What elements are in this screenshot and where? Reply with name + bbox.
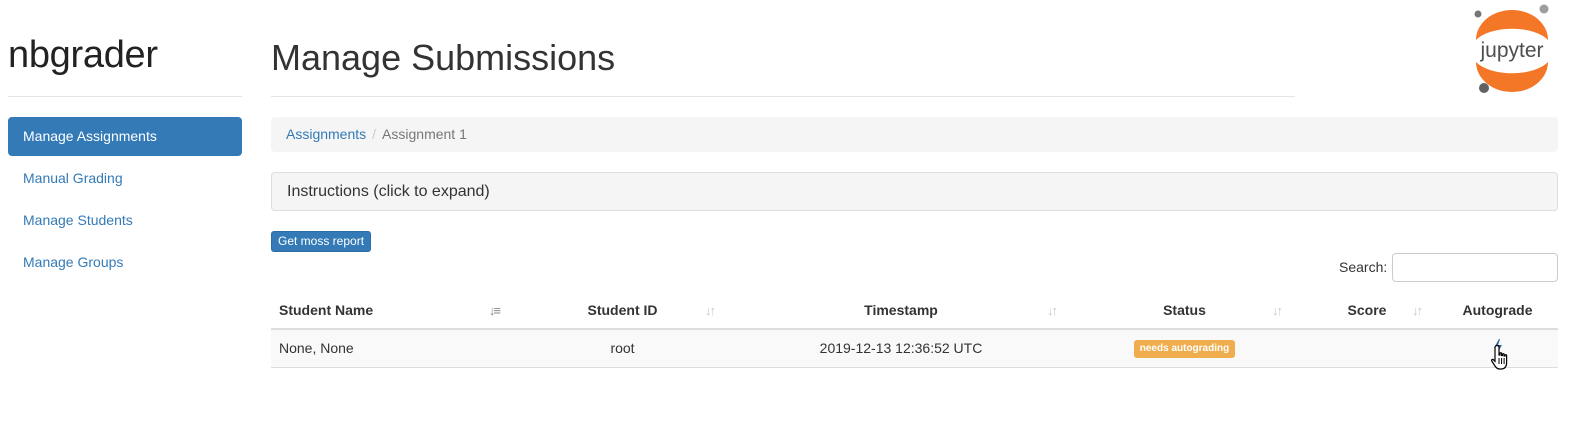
breadcrumb-separator: / — [372, 126, 377, 142]
sidebar-divider — [8, 96, 242, 97]
cell-autograde — [1437, 329, 1558, 370]
app-brand: nbgrader — [8, 34, 158, 76]
column-header-label: Score — [1347, 302, 1387, 318]
table-header-row: Student Name ↓≡ Student ID ↓↑ Timestamp … — [271, 292, 1558, 330]
sidebar-item-manage-students[interactable]: Manage Students — [8, 201, 242, 240]
get-moss-report-button[interactable]: Get moss report — [271, 231, 372, 252]
column-header-status[interactable]: Status ↓↑ — [1072, 292, 1297, 330]
status-badge: needs autograding — [1133, 340, 1236, 359]
submissions-table: Student Name ↓≡ Student ID ↓↑ Timestamp … — [271, 292, 1558, 370]
header-divider — [271, 96, 1295, 97]
sidebar-nav: Manage Assignments Manual Grading Manage… — [8, 117, 242, 285]
column-header-label: Student ID — [587, 302, 658, 318]
column-header-label: Timestamp — [864, 302, 938, 318]
hand-pointer-icon — [1490, 344, 1512, 375]
instructions-panel-toggle[interactable]: Instructions (click to expand) — [271, 172, 1558, 211]
column-header-label: Status — [1163, 302, 1206, 318]
sort-icon: ↓↑ — [1047, 303, 1058, 318]
cell-student-name: None, None — [271, 329, 515, 368]
sort-icon: ↓↑ — [1412, 303, 1423, 318]
sort-icon: ↓↑ — [1272, 303, 1283, 318]
column-header-timestamp[interactable]: Timestamp ↓↑ — [730, 292, 1072, 330]
sidebar-item-manage-assignments[interactable]: Manage Assignments — [8, 117, 242, 156]
cell-student-id: root — [515, 329, 730, 368]
column-header-score[interactable]: Score ↓↑ — [1297, 292, 1437, 330]
cell-timestamp: 2019-12-13 12:36:52 UTC — [730, 329, 1072, 368]
breadcrumb-assignments-link[interactable]: Assignments — [286, 126, 366, 142]
cell-score — [1297, 329, 1437, 368]
sort-alpha-asc-icon: ↓≡ — [488, 303, 501, 318]
sidebar-item-manual-grading[interactable]: Manual Grading — [8, 159, 242, 198]
breadcrumb: Assignments / Assignment 1 — [271, 117, 1558, 152]
jupyter-logo: jupyter — [1462, 2, 1562, 98]
page-title: Manage Submissions — [271, 37, 616, 78]
svg-text:jupyter: jupyter — [1479, 39, 1543, 62]
cell-status: needs autograding — [1072, 329, 1297, 368]
breadcrumb-current: Assignment 1 — [382, 126, 467, 142]
column-header-label: Student Name — [279, 302, 374, 318]
column-header-autograde: Autograde — [1437, 292, 1558, 330]
sidebar-item-manage-groups[interactable]: Manage Groups — [8, 243, 242, 282]
sort-icon: ↓↑ — [705, 303, 716, 318]
table-row: None, None root 2019-12-13 12:36:52 UTC … — [271, 329, 1558, 370]
search-input[interactable] — [1392, 253, 1558, 282]
column-header-student-id[interactable]: Student ID ↓↑ — [515, 292, 730, 330]
search-label: Search: — [1339, 259, 1388, 275]
column-header-label: Autograde — [1462, 302, 1533, 318]
column-header-student-name[interactable]: Student Name ↓≡ — [271, 292, 515, 330]
